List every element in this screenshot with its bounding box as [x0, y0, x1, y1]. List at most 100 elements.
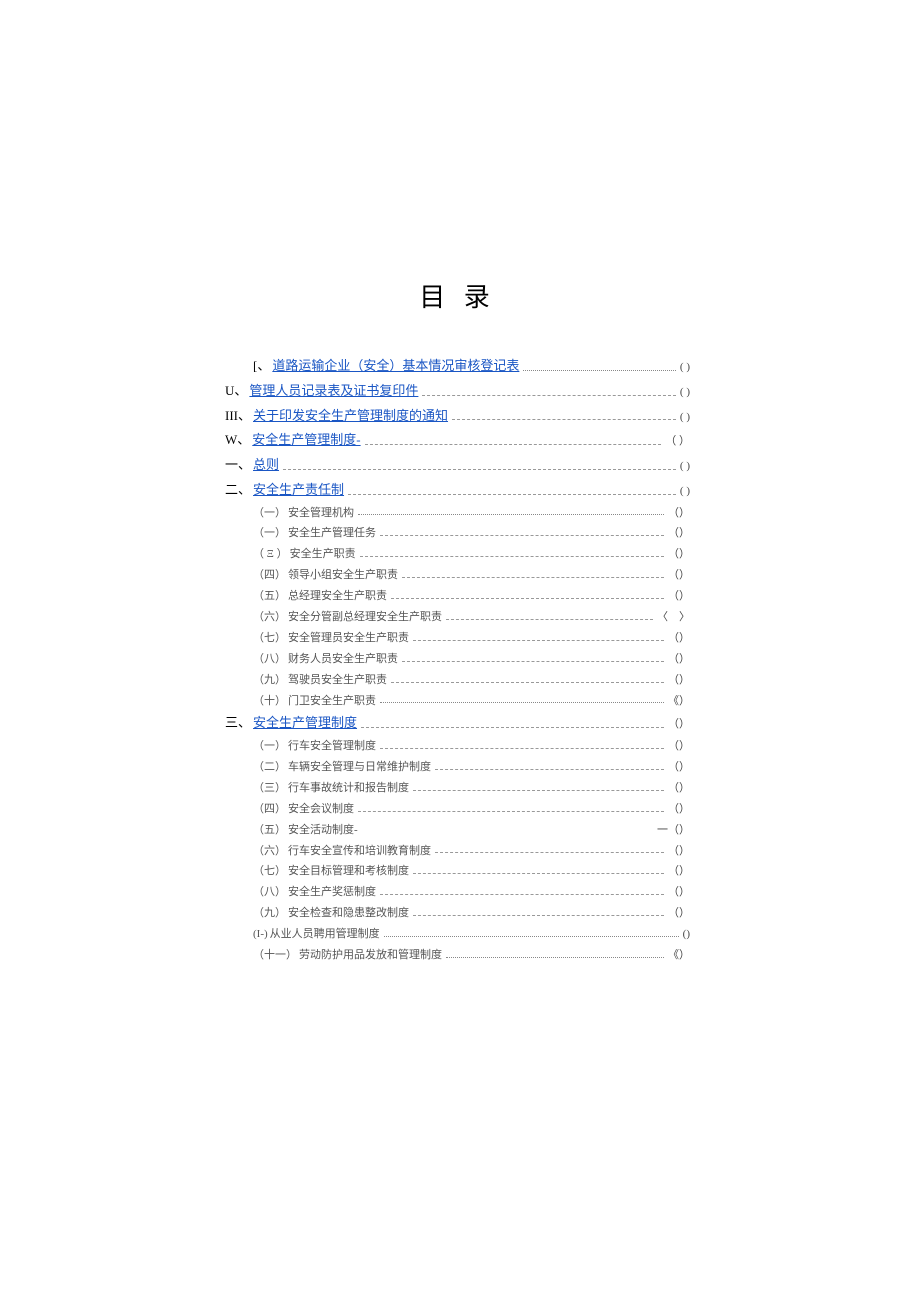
toc-prefix: （ Ξ ） — [253, 544, 288, 565]
toc-label: 安全管理机构 — [288, 503, 354, 524]
toc-prefix: [、 — [253, 354, 270, 379]
toc-page-ref: ( ) — [680, 456, 690, 477]
toc-prefix: （五） — [253, 586, 286, 607]
toc-container: [、道路运输企业（安全）基本情况审核登记表( )U、管理人员记录表及证书复印件(… — [225, 354, 690, 966]
toc-page-ref: （） — [668, 714, 690, 735]
toc-leader — [358, 513, 664, 515]
toc-prefix: III、 — [225, 404, 251, 429]
toc-entry: （八）安全生产奖惩制度 （） — [225, 882, 690, 903]
toc-leader — [348, 493, 676, 495]
toc-prefix: （七） — [253, 628, 286, 649]
toc-label: 财务人员安全生产职责 — [288, 649, 398, 670]
toc-entry[interactable]: [、道路运输企业（安全）基本情况审核登记表( ) — [225, 354, 690, 379]
toc-page-ref: （） — [668, 861, 690, 882]
page-title: 目 录 — [225, 277, 690, 314]
toc-prefix: （十） — [253, 691, 286, 712]
toc-entry: （七）安全目标管理和考核制度（） — [225, 861, 690, 882]
toc-page-ref: （） — [668, 649, 690, 670]
toc-leader — [523, 369, 676, 371]
toc-entry: （八）财务人员安全生产职责（） — [225, 649, 690, 670]
toc-label: 安全生产职责 — [290, 544, 356, 565]
toc-page-ref: （） — [668, 523, 690, 544]
toc-page-ref: 一（） — [657, 820, 690, 841]
toc-entry[interactable]: 三、安全生产管理制度（） — [225, 711, 690, 736]
toc-prefix: （一） — [253, 736, 286, 757]
toc-leader — [402, 660, 664, 662]
toc-entry[interactable]: 二、安全生产责任制 ( ) — [225, 478, 690, 503]
toc-page-ref: （） — [668, 544, 690, 565]
toc-link[interactable]: 安全生产管理制度- — [252, 428, 360, 453]
toc-link[interactable]: 管理人员记录表及证书复印件 — [249, 379, 418, 404]
toc-prefix: W、 — [225, 428, 250, 453]
toc-leader — [391, 681, 664, 683]
toc-label: 安全生产奖惩制度 — [288, 882, 376, 903]
toc-entry: （十一）劳动防护用品发放和管理制度《） — [225, 945, 690, 966]
toc-label: 驾驶员安全生产职责 — [288, 670, 387, 691]
toc-prefix: （六） — [253, 607, 286, 628]
toc-page-ref: （） — [668, 736, 690, 757]
toc-entry: （四）安全会议制度（） — [225, 799, 690, 820]
toc-prefix: （五） — [253, 820, 286, 841]
toc-page-ref: （ ） — [665, 431, 690, 452]
toc-link[interactable]: 安全生产责任制 — [253, 478, 344, 503]
toc-prefix: （九） — [253, 670, 286, 691]
toc-page-ref: 《） — [668, 691, 690, 712]
toc-label: 安全会议制度 — [288, 799, 354, 820]
toc-prefix: U、 — [225, 379, 247, 404]
toc-entry: （五）总经理安全生产职责（） — [225, 586, 690, 607]
toc-link[interactable]: 总则 — [253, 453, 279, 478]
toc-entry: （一）安全生产管理任务 （） — [225, 523, 690, 544]
toc-leader — [283, 468, 676, 470]
toc-page-ref: （） — [668, 799, 690, 820]
toc-page-ref: 〈 〉 — [657, 607, 690, 628]
toc-page-ref: ( ) — [680, 382, 690, 403]
toc-entry[interactable]: W、安全生产管理制度- （ ） — [225, 428, 690, 453]
toc-label: 安全目标管理和考核制度 — [288, 861, 409, 882]
toc-link[interactable]: 关于印发安全生产管理制度的通知 — [253, 404, 448, 429]
toc-leader — [413, 639, 664, 641]
toc-entry[interactable]: III、关于印发安全生产管理制度的通知( ) — [225, 404, 690, 429]
toc-leader — [422, 394, 676, 396]
toc-page-ref: （） — [668, 882, 690, 903]
toc-entry: （九）驾驶员安全生产职责 （） — [225, 670, 690, 691]
toc-prefix: （一） — [253, 523, 286, 544]
toc-prefix: （二） — [253, 757, 286, 778]
toc-prefix: （六） — [253, 841, 286, 862]
toc-prefix: （十一） — [253, 945, 297, 966]
toc-link[interactable]: 道路运输企业（安全）基本情况审核登记表 — [272, 354, 519, 379]
toc-page-ref: （） — [668, 757, 690, 778]
toc-leader — [362, 832, 653, 833]
toc-entry[interactable]: U、管理人员记录表及证书复印件 ( ) — [225, 379, 690, 404]
toc-prefix: （八） — [253, 882, 286, 903]
toc-label: 领导小组安全生产职责 — [288, 565, 398, 586]
toc-page-ref: ( ) — [680, 481, 690, 502]
toc-prefix: （九） — [253, 903, 286, 924]
toc-leader — [360, 555, 664, 557]
toc-leader — [380, 747, 664, 749]
toc-label: 行车事故统计和报告制度 — [288, 778, 409, 799]
toc-label: 安全生产管理任务 — [288, 523, 376, 544]
toc-entry[interactable]: 一、总则( ) — [225, 453, 690, 478]
toc-link[interactable]: 安全生产管理制度 — [253, 711, 357, 736]
toc-label: 安全检查和隐患整改制度 — [288, 903, 409, 924]
toc-prefix: (I-) — [253, 924, 268, 945]
toc-label: 劳动防护用品发放和管理制度 — [299, 945, 442, 966]
toc-leader — [358, 810, 664, 812]
toc-leader — [446, 618, 653, 620]
toc-leader — [413, 789, 664, 791]
toc-page-ref: （） — [668, 586, 690, 607]
toc-entry: （五）安全活动制度- 一（） — [225, 820, 690, 841]
toc-label: 安全活动制度- — [288, 820, 358, 841]
toc-leader — [435, 851, 664, 853]
toc-label: 从业人员聘用管理制度 — [270, 924, 380, 945]
toc-leader — [380, 893, 664, 895]
toc-entry: （十）门卫安全生产职责《） — [225, 691, 690, 712]
toc-page-ref: () — [683, 924, 690, 945]
toc-prefix: 二、 — [225, 478, 251, 503]
toc-entry: （一）行车安全管理制度（） — [225, 736, 690, 757]
toc-prefix: （四） — [253, 565, 286, 586]
toc-entry: （二）车辆安全管理与日常维护制度（） — [225, 757, 690, 778]
toc-entry: （七）安全管理员安全生产职责（） — [225, 628, 690, 649]
toc-page-ref: （） — [668, 628, 690, 649]
toc-page-ref: （） — [668, 670, 690, 691]
